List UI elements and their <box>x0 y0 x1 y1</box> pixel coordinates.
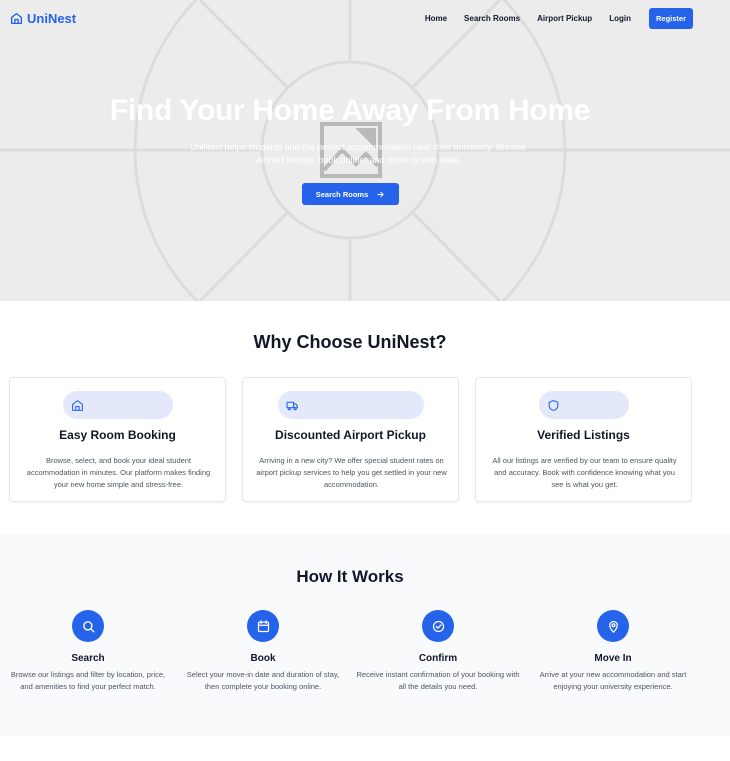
hero-subtitle: UniNest helps students find the perfect … <box>190 142 526 165</box>
step-title: Search <box>71 653 105 664</box>
step-description: Arrive at your new accommodation and sta… <box>539 670 687 691</box>
nav-link-login[interactable]: Login <box>609 14 631 23</box>
step-title: Book <box>250 653 276 664</box>
step-move-in: Move In Arrive at your new accommodation… <box>529 610 697 693</box>
step-description: Receive instant confirmation of your boo… <box>356 670 520 691</box>
search-icon <box>82 620 94 632</box>
feature-description: All our listings are verified by our tea… <box>492 456 677 489</box>
home-icon <box>10 12 23 24</box>
feature-description: Arriving in a new city? We offer special… <box>256 456 447 489</box>
step-search: Search Browse our listings and filter by… <box>4 610 172 693</box>
shield-icon <box>548 400 559 411</box>
feature-icon-pill <box>539 391 629 419</box>
step-title: Move In <box>594 653 632 664</box>
feature-card-easy-booking: Easy Room Booking Browse, select, and bo… <box>9 377 226 502</box>
calendar-icon <box>257 619 269 632</box>
check-circle-icon <box>432 620 444 632</box>
register-button[interactable]: Register <box>648 7 693 29</box>
step-confirm: Confirm Receive instant confirmation of … <box>354 610 522 693</box>
step-icon-circle <box>597 610 629 642</box>
step-description: Browse our listings and filter by locati… <box>10 670 166 691</box>
home-icon <box>72 400 83 411</box>
map-pin-icon <box>608 620 618 633</box>
why-section-title: Why Choose UniNest? <box>253 332 447 352</box>
step-description: Select your move-in date and duration of… <box>186 670 340 691</box>
hero-title: Find Your Home Away From Home <box>109 94 591 127</box>
nav-link-search-rooms[interactable]: Search Rooms <box>464 14 520 23</box>
how-it-works-section: How It Works Search Browse our listings … <box>0 534 730 736</box>
hero-button-label: Search Rooms <box>315 189 369 199</box>
step-icon-circle <box>247 610 279 642</box>
feature-title: Easy Room Booking <box>59 428 176 442</box>
nav-link-home[interactable]: Home <box>425 14 447 23</box>
step-title: Confirm <box>418 653 458 664</box>
step-icon-circle <box>422 610 454 642</box>
feature-card-airport-pickup: Discounted Airport Pickup Arriving in a … <box>242 377 459 502</box>
nav-links: Home Search Rooms Airport Pickup Login R… <box>425 7 693 29</box>
truck-icon <box>286 401 298 411</box>
feature-title: Verified Listings <box>537 428 630 442</box>
hero-search-rooms-button[interactable]: Search Rooms <box>302 183 399 205</box>
brand-logo[interactable]: UniNest <box>10 11 76 26</box>
brand-name: UniNest <box>27 10 77 26</box>
feature-icon-pill <box>278 391 424 419</box>
feature-card-verified-listings: Verified Listings All our listings are v… <box>475 377 692 502</box>
top-navbar: UniNest Home Search Rooms Airport Pickup… <box>0 0 730 36</box>
nav-link-airport-pickup[interactable]: Airport Pickup <box>537 14 592 23</box>
arrow-right-icon <box>377 191 384 197</box>
feature-title: Discounted Airport Pickup <box>275 428 426 442</box>
step-book: Book Select your move-in date and durati… <box>179 610 347 693</box>
feature-icon-pill <box>63 391 173 419</box>
hero-section: Find Your Home Away From Home UniNest he… <box>0 0 730 301</box>
feature-description: Browse, select, and book your ideal stud… <box>26 456 211 489</box>
step-icon-circle <box>72 610 104 642</box>
how-section-title: How It Works <box>296 567 404 586</box>
